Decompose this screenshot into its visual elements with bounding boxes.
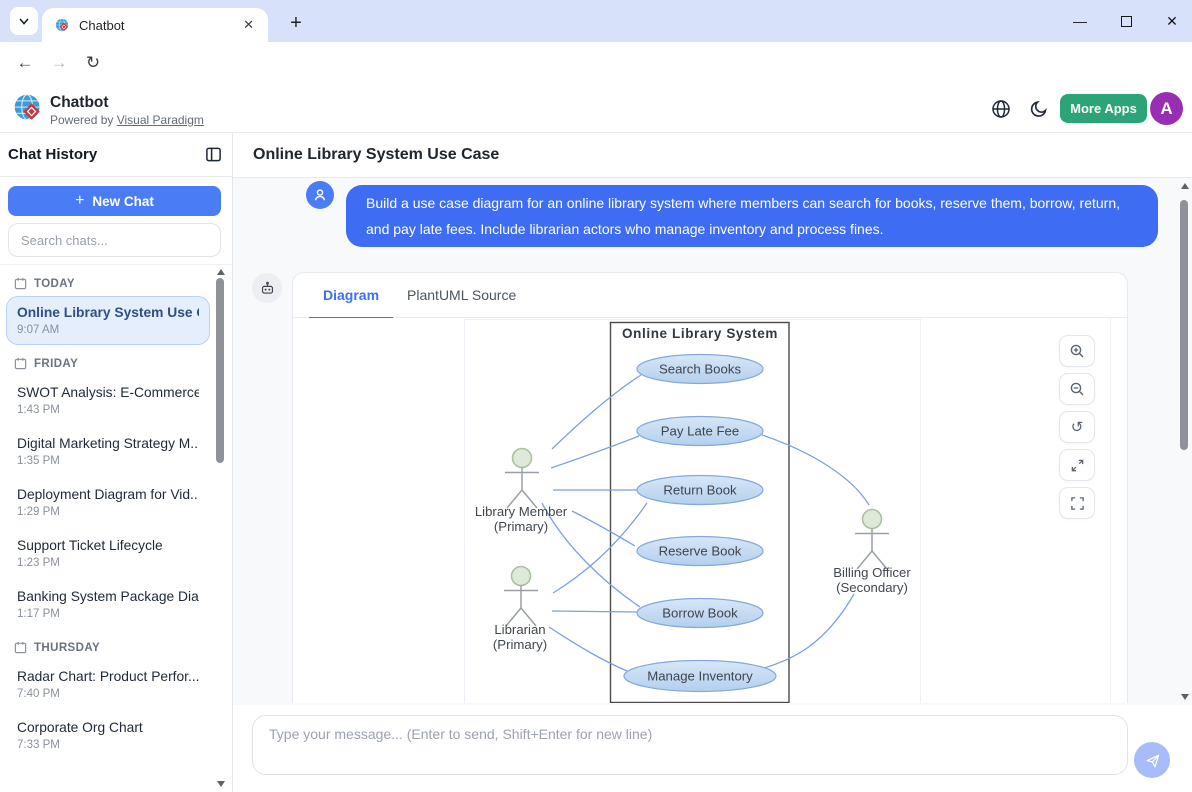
chat-item-radar-chart[interactable]: Radar Chart: Product Perfor... 7:40 PM (6, 660, 210, 709)
chat-item-deployment[interactable]: Deployment Diagram for Vid... 1:29 PM (6, 478, 210, 527)
browser-tabstrip: Chatbot ✕ + — ✕ (0, 0, 1192, 42)
new-tab-button[interactable]: + (282, 9, 310, 37)
user-message-bubble: Build a use case diagram for an online l… (346, 185, 1158, 247)
tab-diagram[interactable]: Diagram (309, 273, 393, 318)
user-profile-avatar[interactable]: A (1150, 92, 1183, 125)
visual-paradigm-link[interactable]: Visual Paradigm (117, 113, 204, 127)
zoom-out-icon (1069, 381, 1085, 397)
svg-text:Manage Inventory: Manage Inventory (647, 669, 753, 684)
diagram-tabs: Diagram PlantUML Source (293, 273, 1127, 318)
user-message-avatar (306, 181, 334, 209)
main-panel: Online Library System Use Case Build a u… (233, 133, 1192, 792)
group-header-friday: FRIDAY (0, 351, 214, 374)
browser-window: Chatbot ✕ + — ✕ ← → ↻ ai-toolbox.visual-… (0, 0, 1192, 792)
conversation-title: Online Library System Use Case (253, 146, 499, 164)
forward-button[interactable]: → (42, 53, 76, 73)
chat-scrollbar[interactable] (1179, 178, 1191, 705)
scroll-down-icon[interactable] (217, 781, 225, 787)
chat-item-banking[interactable]: Banking System Package Dia... 1:17 PM (6, 580, 210, 629)
use-case-diagram: Online Library System (293, 318, 1127, 703)
zoom-in-button[interactable] (1059, 335, 1095, 367)
chat-item-digital-marketing[interactable]: Digital Marketing Strategy M... 1:35 PM (6, 427, 210, 476)
chevron-down-icon (17, 14, 31, 28)
actor-label: Billing Officer (833, 565, 911, 580)
scrollbar-thumb[interactable] (216, 278, 224, 463)
message-input-area (233, 705, 1192, 792)
actor-role: (Primary) (493, 637, 547, 652)
expand-button[interactable] (1059, 449, 1095, 481)
tab-search-button[interactable] (10, 7, 38, 35)
collapse-sidebar-icon[interactable] (205, 146, 222, 163)
diagram-viewport[interactable]: Online Library System (293, 318, 1127, 703)
scrollbar-thumb[interactable] (1180, 200, 1188, 450)
diagram-zoom-toolbar: ↺ (1059, 335, 1095, 519)
visual-paradigm-favicon (54, 17, 71, 34)
window-minimize-button[interactable]: — (1072, 13, 1088, 29)
visual-paradigm-logo (12, 92, 44, 124)
actor-label: Librarian (494, 622, 545, 637)
new-chat-button[interactable]: + New Chat (8, 186, 221, 216)
chat-item-online-library[interactable]: Online Library System Use C... 9:07 AM (6, 296, 210, 345)
calendar-icon (14, 641, 27, 654)
robot-icon (259, 280, 276, 297)
actor-role: (Secondary) (836, 580, 908, 595)
calendar-icon (14, 277, 27, 290)
diagram-card: Diagram PlantUML Source (292, 272, 1128, 703)
browser-toolbar: ← → ↻ ai-toolbox.visual-paradigm.com/app… (0, 42, 1192, 84)
tab-close-icon[interactable]: ✕ (239, 17, 258, 33)
refresh-button[interactable]: ↻ (76, 53, 110, 73)
more-apps-button[interactable]: More Apps (1060, 94, 1147, 123)
chat-item-swot[interactable]: SWOT Analysis: E-Commerce... 1:43 PM (6, 376, 210, 425)
plus-icon: + (75, 192, 84, 210)
browser-tab-chatbot[interactable]: Chatbot ✕ (42, 8, 268, 42)
language-globe-icon[interactable] (991, 99, 1011, 119)
svg-text:Reserve Book: Reserve Book (659, 544, 742, 559)
window-close-button[interactable]: ✕ (1164, 13, 1180, 30)
back-button[interactable]: ← (8, 53, 42, 73)
window-maximize-button[interactable] (1118, 16, 1134, 27)
dark-mode-moon-icon[interactable] (1029, 99, 1049, 119)
fullscreen-brackets-icon (1070, 496, 1085, 511)
tab-title: Chatbot (79, 18, 239, 33)
chat-item-org-chart[interactable]: Corporate Org Chart 7:33 PM (6, 711, 210, 760)
sidebar-title: Chat History (8, 146, 205, 163)
chat-list: TODAY Online Library System Use C... 9:0… (0, 265, 214, 792)
zoom-out-button[interactable] (1059, 373, 1095, 405)
svg-text:Search Books: Search Books (659, 362, 742, 377)
search-chats-input[interactable] (8, 223, 221, 257)
reset-view-button[interactable]: ↺ (1059, 411, 1095, 443)
sidebar-scrollbar[interactable] (215, 264, 226, 792)
actor-role: (Primary) (494, 519, 548, 534)
chat-area: Build a use case diagram for an online l… (233, 178, 1192, 705)
scroll-up-icon[interactable] (1181, 183, 1189, 189)
svg-text:Pay Late Fee: Pay Late Fee (661, 424, 739, 439)
system-title: Online Library System (622, 326, 778, 341)
app-title: Chatbot (50, 94, 109, 112)
message-input[interactable] (252, 715, 1128, 775)
svg-text:Return Book: Return Book (663, 483, 737, 498)
group-header-thursday: THURSDAY (0, 635, 214, 658)
bot-avatar (252, 273, 282, 303)
calendar-icon (14, 357, 27, 370)
powered-by: Powered by Visual Paradigm (50, 113, 204, 127)
zoom-in-icon (1069, 343, 1085, 359)
send-plane-icon (1144, 752, 1161, 769)
chat-item-support-ticket[interactable]: Support Ticket Lifecycle 1:23 PM (6, 529, 210, 578)
fullscreen-button[interactable] (1059, 487, 1095, 519)
scroll-up-icon[interactable] (217, 269, 225, 275)
expand-arrows-icon (1070, 458, 1085, 473)
chat-history-sidebar: Chat History + New Chat TODAY Online Lib… (0, 133, 233, 792)
group-header-today: TODAY (0, 271, 214, 294)
actor-label: Library Member (475, 504, 568, 519)
svg-text:Borrow Book: Borrow Book (662, 606, 738, 621)
send-button[interactable] (1134, 742, 1170, 778)
reset-icon: ↺ (1071, 418, 1084, 436)
person-icon (312, 187, 328, 203)
scroll-down-icon[interactable] (1181, 694, 1189, 700)
tab-plantuml-source[interactable]: PlantUML Source (393, 273, 530, 318)
